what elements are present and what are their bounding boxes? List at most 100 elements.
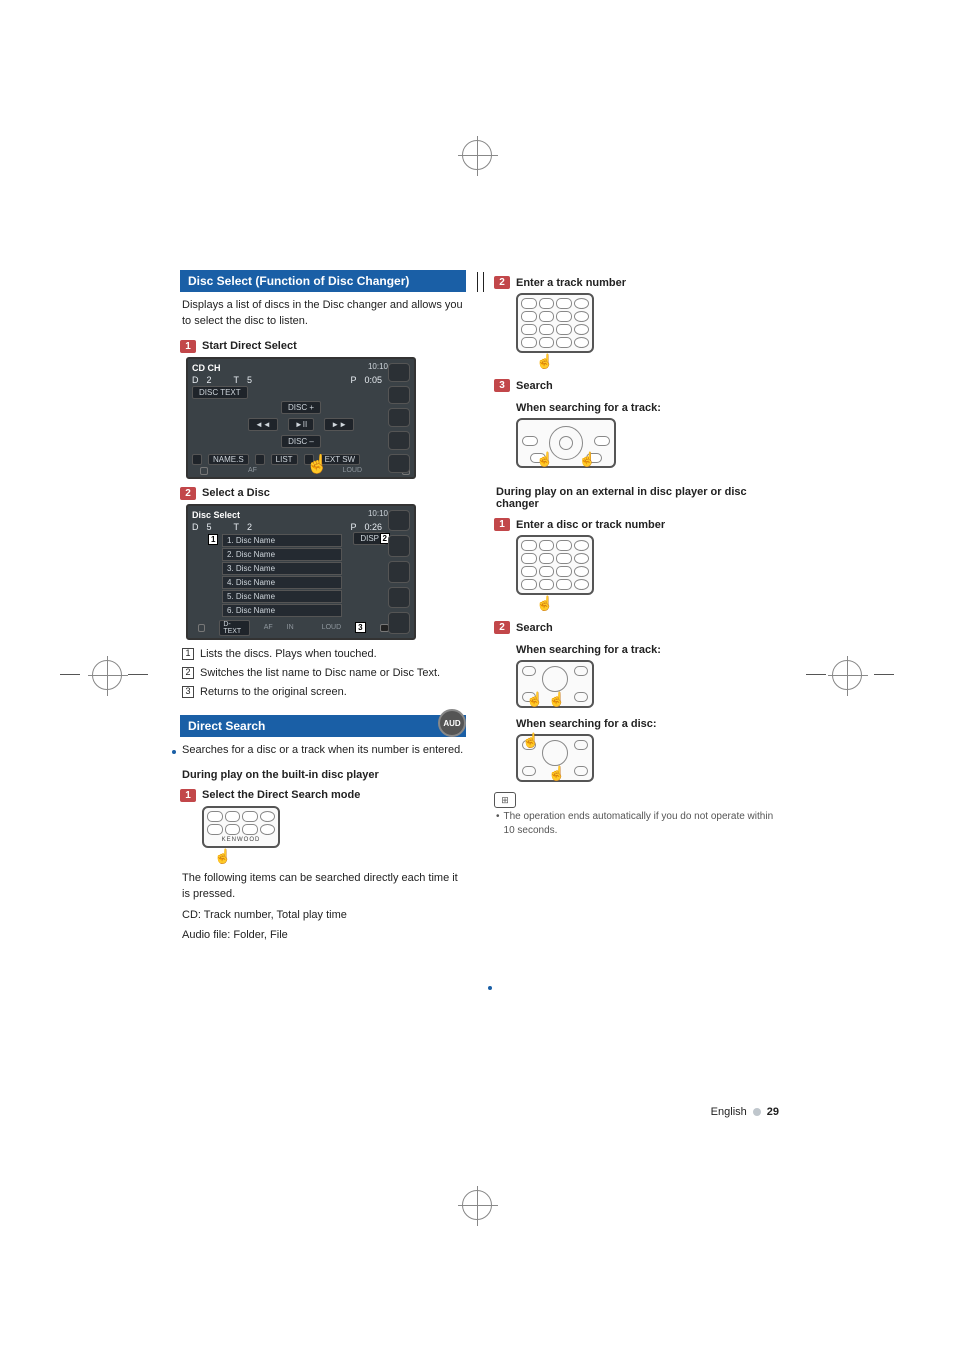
d-label: D — [192, 375, 199, 385]
remote-button[interactable] — [556, 337, 572, 348]
disc-list-item[interactable]: 2. Disc Name — [222, 548, 342, 561]
clock-readout: 10:10 — [368, 509, 388, 518]
remote-button[interactable] — [574, 566, 590, 577]
list-button[interactable]: LIST — [271, 454, 298, 465]
remote-button[interactable] — [260, 824, 276, 835]
down-arrow-icon[interactable] — [198, 624, 205, 632]
nav-ring[interactable] — [542, 666, 568, 692]
remote-keypad: KENWOOD ☝ — [202, 806, 280, 866]
remote-button[interactable] — [574, 692, 588, 702]
nav-right-button[interactable] — [594, 436, 610, 446]
next-track-button[interactable]: ►► — [324, 418, 354, 431]
remote-button[interactable] — [242, 824, 258, 835]
remote-button[interactable] — [260, 811, 276, 822]
remote-nav-cluster: ☝ ☝ — [516, 734, 594, 782]
remote-button[interactable] — [521, 566, 537, 577]
remote-button[interactable] — [574, 298, 590, 309]
remote-button[interactable] — [574, 337, 590, 348]
remote-button[interactable] — [521, 324, 537, 335]
remote-button[interactable] — [574, 766, 588, 776]
disc-list-item[interactable]: 6. Disc Name — [222, 604, 342, 617]
annotation-text: Lists the discs. Plays when touched. — [200, 646, 377, 663]
remote-button[interactable] — [574, 666, 588, 676]
registration-mark — [92, 660, 122, 690]
disc-plus-button[interactable]: DISC + — [281, 401, 321, 414]
direct-search-cd: CD: Track number, Total play time — [182, 907, 464, 924]
touch-hand-icon: ☝ — [522, 732, 539, 749]
remote-button[interactable] — [539, 337, 555, 348]
soft-button[interactable] — [255, 454, 265, 465]
remote-button[interactable] — [556, 324, 572, 335]
touch-hand-icon: ☝ — [536, 353, 553, 370]
remote-button[interactable] — [522, 766, 536, 776]
remote-button[interactable] — [521, 337, 537, 348]
remote-button[interactable] — [556, 553, 572, 564]
remote-button[interactable] — [556, 579, 572, 590]
name-s-button[interactable]: NAME.S — [208, 454, 249, 465]
remote-button[interactable] — [207, 824, 223, 835]
remote-button[interactable] — [539, 566, 555, 577]
disc-list-item[interactable]: 1. Disc Name — [222, 534, 342, 547]
remote-button[interactable] — [521, 579, 537, 590]
remote-button[interactable] — [556, 298, 572, 309]
remote-button[interactable] — [242, 811, 258, 822]
disc-list-item[interactable]: 4. Disc Name — [222, 576, 342, 589]
disc-minus-button[interactable]: DISC – — [281, 435, 321, 448]
note-icon: ⊞ — [494, 792, 516, 808]
remote-button[interactable] — [521, 540, 537, 551]
remote-button[interactable] — [521, 311, 537, 322]
touch-hand-icon: ☝ — [526, 691, 543, 708]
clock-readout: 10:10 — [368, 362, 388, 371]
remote-button[interactable] — [207, 811, 223, 822]
when-searching-track: When searching for a track: — [516, 402, 778, 414]
remote-button[interactable] — [522, 666, 536, 676]
remote-button[interactable] — [574, 740, 588, 750]
disc-list-item[interactable]: 5. Disc Name — [222, 590, 342, 603]
crop-hairline — [60, 674, 80, 675]
remote-button[interactable] — [556, 311, 572, 322]
remote-button[interactable] — [521, 298, 537, 309]
annotation-tag-1: 1 — [208, 534, 218, 545]
step-2-select-disc: 2 Select a Disc — [180, 487, 466, 500]
annotation-tag-3: 3 — [355, 622, 365, 633]
t-value: 5 — [247, 375, 252, 385]
remote-button[interactable] — [539, 579, 555, 590]
remote-button[interactable] — [556, 566, 572, 577]
nav-left-button[interactable] — [522, 436, 538, 446]
remote-button[interactable] — [574, 540, 590, 551]
remote-button[interactable] — [225, 811, 241, 822]
external-player-subhead: During play on an external in disc playe… — [496, 486, 778, 510]
remote-button[interactable] — [539, 324, 555, 335]
remote-button[interactable] — [574, 311, 590, 322]
step-number-icon: 3 — [494, 379, 510, 392]
remote-button[interactable] — [539, 540, 555, 551]
loud-indicator: LOUD — [343, 467, 362, 475]
remote-button[interactable] — [539, 311, 555, 322]
remote-button[interactable] — [574, 579, 590, 590]
step-number-icon: 2 — [494, 276, 510, 289]
play-pause-button[interactable]: ►II — [288, 418, 314, 431]
disc-text-button[interactable]: DISC TEXT — [192, 386, 248, 399]
loud-indicator: LOUD — [322, 624, 341, 631]
remote-nav-cluster: ☝ ☝ — [516, 660, 594, 708]
disc-list-item[interactable]: 3. Disc Name — [222, 562, 342, 575]
remote-button[interactable] — [539, 553, 555, 564]
step-1-start-direct-select: 1 Start Direct Select — [180, 340, 466, 353]
d-text-button[interactable]: D-TEXT — [219, 620, 249, 636]
remote-button[interactable] — [574, 324, 590, 335]
disc-select-heading: Disc Select (Function of Disc Changer) — [180, 270, 466, 292]
down-arrow-icon[interactable] — [200, 467, 208, 475]
remote-button[interactable] — [521, 553, 537, 564]
step-number-icon: 1 — [180, 340, 196, 353]
remote-button[interactable] — [539, 298, 555, 309]
remote-button[interactable] — [225, 824, 241, 835]
remote-button[interactable] — [574, 553, 590, 564]
footer-dot-icon — [753, 1108, 761, 1116]
note-text: The operation ends automatically if you … — [496, 810, 780, 838]
nav-ring[interactable] — [542, 740, 568, 766]
step-2-enter-track: 2 Enter a track number — [494, 276, 780, 289]
prev-track-button[interactable]: ◄◄ — [248, 418, 278, 431]
soft-button[interactable] — [192, 454, 202, 465]
remote-button[interactable] — [556, 540, 572, 551]
annotation-2: 2Switches the list name to Disc name or … — [182, 665, 464, 682]
